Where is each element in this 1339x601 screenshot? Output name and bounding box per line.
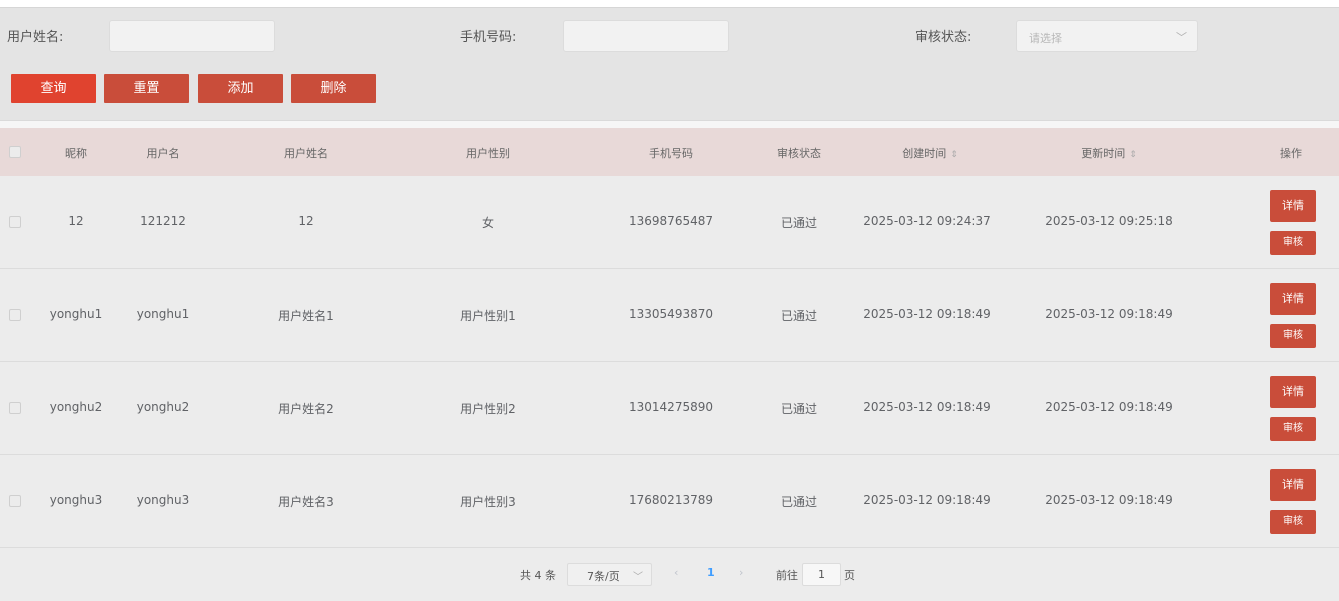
status-select-placeholder: 请选择 <box>1029 32 1062 45</box>
audit-button[interactable]: 审核 <box>1270 324 1316 348</box>
cell-username: yonghu1 <box>136 307 190 321</box>
header-updated-label: 更新时间 <box>1081 147 1126 160</box>
audit-button[interactable]: 审核 <box>1270 231 1316 255</box>
delete-button[interactable]: 删除 <box>291 74 376 103</box>
username-filter-label: 用户姓名: <box>7 30 64 45</box>
row-checkbox[interactable] <box>9 216 21 228</box>
cell-status: 已通过 <box>780 309 818 323</box>
header-username: 用户名 <box>146 147 180 160</box>
chevron-down-icon: ﹀ <box>1176 31 1187 44</box>
goto-label: 前往 <box>776 569 798 582</box>
page-unit-label: 页 <box>844 569 855 582</box>
page-size-select[interactable]: 7条/页 ﹀ <box>567 563 652 586</box>
header-status: 审核状态 <box>777 147 821 160</box>
sort-icon[interactable]: ⇕ <box>1129 150 1137 160</box>
page-number-1[interactable]: 1 <box>707 566 715 579</box>
status-filter-label: 审核状态: <box>915 30 972 45</box>
table-header: 昵称 用户名 用户姓名 用户性别 手机号码 审核状态 创建时间 ⇕ 更新时间 ⇕ 操… <box>0 128 1339 176</box>
cell-realname: 用户姓名2 <box>278 402 334 416</box>
cell-created: 2025-03-12 09:18:49 <box>863 307 991 321</box>
cell-gender: 女 <box>481 216 495 230</box>
cell-phone: 13698765487 <box>629 214 713 228</box>
top-border <box>0 0 1339 8</box>
header-nickname: 昵称 <box>65 147 87 160</box>
cell-realname: 用户姓名3 <box>278 495 334 509</box>
detail-button[interactable]: 详情 <box>1270 376 1316 408</box>
table-row: yonghu1 yonghu1 用户姓名1 用户性别1 13305493870 … <box>0 269 1339 362</box>
table-row: yonghu2 yonghu2 用户姓名2 用户性别2 13014275890 … <box>0 362 1339 455</box>
cell-username: yonghu3 <box>136 493 190 507</box>
prev-page-button[interactable]: ‹ <box>674 566 678 579</box>
goto-page-input[interactable]: 1 <box>802 563 841 586</box>
pagination: 共 4 条 7条/页 ﹀ ‹ 1 › 前往 1 页 <box>0 549 1339 601</box>
header-updated-time[interactable]: 更新时间 ⇕ <box>1081 145 1137 161</box>
cell-realname: 用户姓名1 <box>278 309 334 323</box>
cell-updated: 2025-03-12 09:25:18 <box>1045 214 1173 228</box>
section-divider <box>0 120 1339 128</box>
cell-gender: 用户性别2 <box>460 402 516 416</box>
header-created-label: 创建时间 <box>902 147 947 160</box>
page-size-value: 7条/页 <box>587 570 620 583</box>
cell-created: 2025-03-12 09:18:49 <box>863 493 991 507</box>
cell-status: 已通过 <box>780 216 818 230</box>
row-checkbox[interactable] <box>9 495 21 507</box>
cell-updated: 2025-03-12 09:18:49 <box>1045 400 1173 414</box>
cell-status: 已通过 <box>780 402 818 416</box>
table-row: 12 121212 12 女 13698765487 已通过 2025-03-1… <box>0 176 1339 269</box>
audit-button[interactable]: 审核 <box>1270 510 1316 534</box>
row-checkbox[interactable] <box>9 309 21 321</box>
chevron-down-icon: ﹀ <box>633 572 643 583</box>
detail-button[interactable]: 详情 <box>1270 469 1316 501</box>
cell-nickname: yonghu2 <box>49 400 103 414</box>
detail-button[interactable]: 详情 <box>1270 190 1316 222</box>
cell-updated: 2025-03-12 09:18:49 <box>1045 307 1173 321</box>
next-page-button[interactable]: › <box>739 566 743 579</box>
row-checkbox[interactable] <box>9 402 21 414</box>
cell-phone: 13014275890 <box>629 400 713 414</box>
cell-nickname: yonghu3 <box>49 493 103 507</box>
header-realname: 用户姓名 <box>284 147 328 160</box>
detail-button[interactable]: 详情 <box>1270 283 1316 315</box>
cell-created: 2025-03-12 09:24:37 <box>863 214 991 228</box>
cell-status: 已通过 <box>780 495 818 509</box>
username-filter-input[interactable] <box>109 20 275 52</box>
header-phone: 手机号码 <box>649 147 693 160</box>
phone-filter-input[interactable] <box>563 20 729 52</box>
search-filter-panel: 用户姓名: 手机号码: 审核状态: 请选择 ﹀ 查询 重置 添加 删除 <box>0 8 1339 120</box>
cell-nickname: yonghu1 <box>49 307 103 321</box>
cell-phone: 13305493870 <box>629 307 713 321</box>
cell-username: yonghu2 <box>136 400 190 414</box>
select-all-checkbox[interactable] <box>9 146 21 158</box>
sort-icon[interactable]: ⇕ <box>950 150 958 160</box>
header-created-time[interactable]: 创建时间 ⇕ <box>902 145 958 161</box>
cell-gender: 用户性别3 <box>460 495 516 509</box>
audit-button[interactable]: 审核 <box>1270 417 1316 441</box>
reset-button[interactable]: 重置 <box>104 74 189 103</box>
pagination-total: 共 4 条 <box>520 569 556 582</box>
table-row: yonghu3 yonghu3 用户姓名3 用户性别3 17680213789 … <box>0 455 1339 548</box>
query-button[interactable]: 查询 <box>11 74 96 103</box>
cell-phone: 17680213789 <box>629 493 713 507</box>
cell-username: 121212 <box>140 214 186 228</box>
phone-filter-label: 手机号码: <box>460 30 517 45</box>
cell-created: 2025-03-12 09:18:49 <box>863 400 991 414</box>
status-filter-select[interactable]: 请选择 ﹀ <box>1016 20 1198 52</box>
header-gender: 用户性别 <box>466 147 510 160</box>
cell-realname: 12 <box>298 214 314 228</box>
cell-updated: 2025-03-12 09:18:49 <box>1045 493 1173 507</box>
add-button[interactable]: 添加 <box>198 74 283 103</box>
cell-nickname: 12 <box>68 214 84 228</box>
cell-gender: 用户性别1 <box>460 309 516 323</box>
header-operations: 操作 <box>1280 147 1302 160</box>
